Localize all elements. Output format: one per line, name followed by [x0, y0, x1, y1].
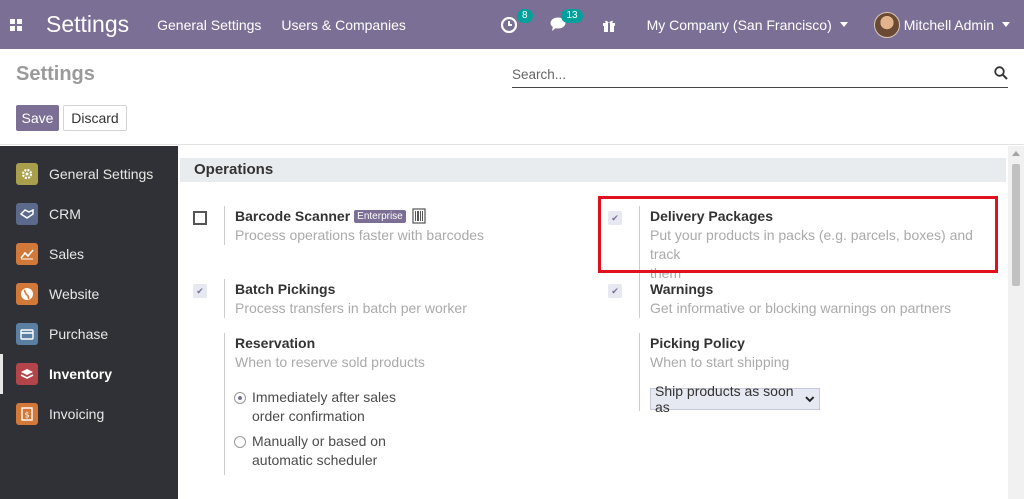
clock-icon — [500, 16, 517, 33]
search-icon[interactable] — [994, 66, 1008, 80]
sidebar-item-label: CRM — [49, 206, 81, 222]
sidebar-item-label: Inventory — [49, 366, 113, 382]
setting-description: Put your products in packs (e.g. parcels… — [650, 227, 973, 262]
sidebar-item-crm[interactable]: CRM — [0, 194, 178, 234]
menu-users-companies[interactable]: Users & Companies — [281, 17, 406, 33]
delivery-checkbox[interactable]: ✔ — [608, 211, 622, 225]
website-icon — [16, 283, 38, 305]
sidebar-item-label: Website — [49, 286, 100, 302]
messages-badge: 13 — [561, 8, 583, 23]
sidebar-item-label: Invoicing — [49, 406, 105, 422]
gift-button[interactable] — [595, 15, 623, 35]
option-label: Manually or based on — [252, 433, 386, 449]
sidebar-item-inventory[interactable]: Inventory — [0, 354, 178, 394]
gear-icon — [16, 163, 38, 185]
user-name: Mitchell Admin — [903, 16, 994, 33]
sidebar-item-label: General Settings — [49, 166, 154, 182]
apps-menu-icon[interactable] — [0, 0, 32, 49]
enterprise-badge: Enterprise — [354, 209, 406, 223]
setting-description: Process operations faster with barcodes — [235, 227, 485, 243]
app-brand[interactable]: Settings — [46, 11, 129, 38]
sidebar-item-website[interactable]: Website — [0, 274, 178, 314]
chevron-down-icon — [839, 22, 848, 27]
barcode-checkbox[interactable] — [193, 211, 207, 225]
control-panel: Settings Save Discard — [0, 49, 1024, 145]
sidebar-item-sales[interactable]: Sales — [0, 234, 178, 274]
scrollbar[interactable] — [1008, 146, 1024, 499]
invoicing-icon: $ — [16, 403, 38, 425]
settings-main: Operations Barcode Scanner Enterprise Pr… — [178, 146, 1024, 499]
purchase-icon — [16, 323, 38, 345]
activities-button[interactable]: 8 — [495, 8, 533, 35]
sales-icon — [16, 243, 38, 265]
sidebar-item-purchase[interactable]: Purchase — [0, 314, 178, 354]
discard-button[interactable]: Discard — [63, 105, 127, 131]
setting-title: Reservation — [235, 335, 316, 351]
avatar — [873, 11, 900, 38]
warnings-checkbox[interactable]: ✔ — [608, 284, 622, 298]
chevron-down-icon — [805, 395, 815, 402]
setting-title: Barcode Scanner — [235, 208, 351, 224]
page-title: Settings — [16, 63, 95, 85]
search-bar — [512, 62, 1008, 88]
setting-description: Get informative or blocking warnings on … — [650, 300, 952, 316]
setting-description: When to reserve sold products — [235, 354, 425, 370]
barcode-icon — [412, 208, 426, 224]
setting-title: Warnings — [650, 281, 714, 297]
activities-badge: 8 — [517, 8, 533, 23]
messages-button[interactable]: 13 — [545, 8, 583, 35]
gift-icon — [602, 20, 615, 32]
setting-title: Delivery Packages — [650, 208, 773, 224]
save-button[interactable]: Save — [16, 105, 59, 131]
select-value: Ship products as soon as — [655, 383, 794, 415]
chevron-down-icon — [1002, 22, 1010, 27]
company-name: My Company (San Francisco) — [646, 16, 832, 33]
setting-title: Picking Policy — [650, 335, 745, 351]
search-input[interactable] — [512, 62, 982, 86]
picking-policy-select[interactable]: Ship products as soon as — [650, 383, 820, 415]
inventory-icon — [16, 363, 38, 385]
user-menu[interactable]: Mitchell Admin — [873, 11, 1010, 38]
reservation-option-immediately[interactable]: Immediately after sales order confirmati… — [234, 388, 544, 426]
radio-button[interactable] — [234, 436, 246, 448]
sidebar-item-label: Sales — [49, 246, 85, 262]
setting-description: Process transfers in batch per worker — [235, 300, 467, 316]
sidebar-item-invoicing[interactable]: $ Invoicing — [0, 394, 178, 434]
batch-checkbox[interactable]: ✔ — [193, 284, 207, 298]
setting-description: When to start shipping — [650, 354, 790, 370]
settings-sidebar: General Settings CRM Sales Website Purch… — [0, 146, 178, 499]
setting-title: Batch Pickings — [235, 281, 336, 297]
sidebar-item-label: Purchase — [49, 326, 109, 342]
svg-text:$: $ — [24, 411, 29, 420]
top-navbar: Settings General Settings Users & Compan… — [0, 0, 1024, 49]
sidebar-item-general-settings[interactable]: General Settings — [0, 154, 178, 194]
section-title: Operations — [180, 158, 1006, 182]
option-label-continued: order confirmation — [252, 408, 365, 424]
scroll-up-arrow-icon[interactable] — [1012, 151, 1020, 156]
option-label-continued: automatic scheduler — [252, 452, 378, 468]
reservation-option-manually[interactable]: Manually or based on automatic scheduler — [234, 432, 544, 470]
menu-general-settings[interactable]: General Settings — [157, 17, 261, 33]
option-label: Immediately after sales — [252, 389, 396, 405]
radio-button[interactable] — [234, 392, 246, 404]
crm-icon — [16, 203, 38, 225]
company-switcher[interactable]: My Company (San Francisco) — [647, 17, 848, 33]
scroll-thumb[interactable] — [1012, 164, 1020, 286]
